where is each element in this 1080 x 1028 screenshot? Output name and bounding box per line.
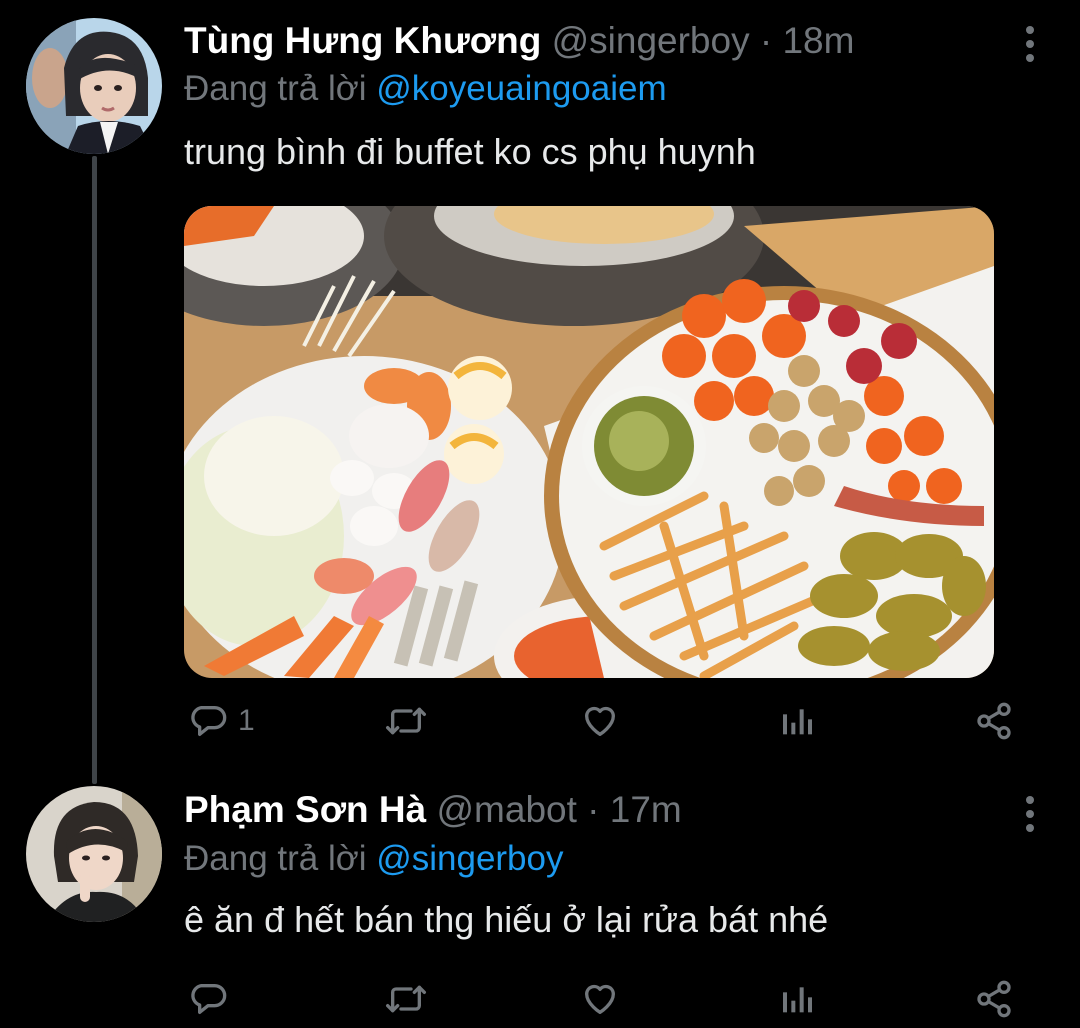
display-name[interactable]: Phạm Sơn Hà	[184, 789, 426, 830]
timestamp[interactable]: 17m	[610, 789, 682, 830]
reply-mention-link[interactable]: @koyeuaingoaiem	[376, 69, 666, 108]
like-button[interactable]	[580, 696, 620, 746]
like-icon	[585, 706, 615, 736]
analytics-icon	[783, 709, 812, 735]
user-handle[interactable]: @mabot	[436, 789, 576, 830]
retweet-button[interactable]	[384, 974, 428, 1024]
retweet-icon	[385, 985, 426, 1013]
replying-to-line: Đang trả lời @koyeuaingoaiem	[184, 67, 667, 111]
tweet-1[interactable]: Tùng Hưng Khương @singerboy · 18m Đang t…	[0, 0, 1080, 760]
analytics-button[interactable]	[778, 696, 818, 746]
replying-to-line: Đang trả lời @singerboy	[184, 837, 564, 881]
tweet-photo[interactable]	[184, 206, 994, 678]
reply-button[interactable]	[188, 974, 238, 1024]
tweet-text: ê ăn đ hết bán thg hiếu ở lại rửa bát nh…	[184, 899, 829, 940]
tweet-actions: 1	[184, 696, 1024, 746]
reply-button[interactable]: 1	[188, 696, 255, 746]
tweet-header: Phạm Sơn Hà @mabot · 17m	[184, 788, 682, 832]
share-icon	[977, 980, 1011, 1018]
display-name[interactable]: Tùng Hưng Khương	[184, 20, 541, 61]
reply-count: 1	[238, 704, 255, 737]
retweet-button[interactable]	[384, 696, 428, 746]
comment-icon	[191, 984, 227, 1014]
timestamp[interactable]: 18m	[782, 20, 854, 61]
avatar[interactable]	[26, 18, 162, 154]
more-options-icon[interactable]	[1024, 796, 1036, 832]
separator-dot: ·	[587, 789, 600, 830]
replying-to-label: Đang trả lời	[184, 839, 367, 878]
retweet-icon	[385, 707, 426, 735]
tweet-text: trung bình đi buffet ko cs phụ huynh	[184, 131, 756, 172]
like-button[interactable]	[580, 974, 620, 1024]
reply-mention-link[interactable]: @singerboy	[376, 839, 563, 878]
tweet-2[interactable]: Phạm Sơn Hà @mabot · 17m Đang trả lời @s…	[0, 770, 1080, 1028]
like-icon	[585, 984, 615, 1014]
replying-to-label: Đang trả lời	[184, 69, 367, 108]
analytics-icon	[783, 987, 812, 1013]
share-button[interactable]	[974, 974, 1014, 1024]
separator-dot: ·	[759, 20, 773, 61]
more-options-icon[interactable]	[1024, 26, 1036, 62]
avatar[interactable]	[26, 786, 162, 922]
comment-icon	[191, 706, 227, 736]
share-button[interactable]	[974, 696, 1014, 746]
user-handle[interactable]: @singerboy	[552, 20, 750, 61]
tweet-actions	[184, 974, 1024, 1024]
analytics-button[interactable]	[778, 974, 818, 1024]
tweet-header: Tùng Hưng Khương @singerboy · 18m	[184, 19, 854, 63]
share-icon	[977, 702, 1011, 740]
